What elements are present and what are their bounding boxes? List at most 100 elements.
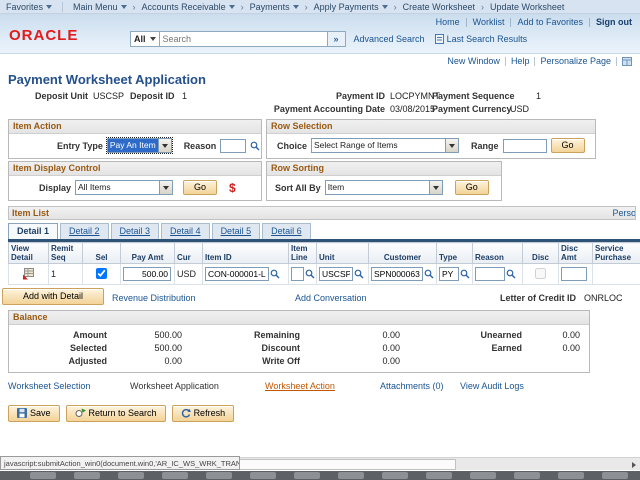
breadcrumb-payments[interactable]: Payments [250,2,299,12]
item-line-input[interactable] [291,267,304,281]
page-toolbar: Save Return to Search Refresh [8,405,640,422]
search-scope-select[interactable]: All [130,31,160,47]
breadcrumb-label: Accounts Receivable [142,2,226,12]
tab-detail-2[interactable]: Detail 2 [60,223,109,239]
unit-lookup-icon[interactable] [354,269,364,279]
entry-type-select[interactable]: Pay An Item [107,138,172,153]
disc-checkbox[interactable] [535,268,546,279]
amount-value: 500.00 [111,330,186,340]
breadcrumb-apply-payments[interactable]: Apply Payments [314,2,388,12]
breadcrumb-update-worksheet[interactable]: Update Worksheet [490,2,564,12]
item-id-lookup-icon[interactable] [270,269,280,279]
col-type: Type [437,243,473,264]
scrollbar-right-arrow-icon[interactable] [632,462,636,468]
divider [616,57,617,66]
tab-label: Detail 6 [271,226,302,236]
range-go-button[interactable]: Go [551,138,585,153]
add-conversation-link[interactable]: Add Conversation [295,293,367,303]
sel-checkbox[interactable] [96,268,107,279]
chevron-down-icon[interactable] [158,139,171,152]
taskbar-segment [382,472,408,479]
view-audit-logs-link[interactable]: View Audit Logs [460,381,524,391]
add-to-favorites-link[interactable]: Add to Favorites [517,17,583,27]
display-go-button[interactable]: Go [183,180,217,195]
chevron-down-icon[interactable] [445,139,458,152]
save-button[interactable]: Save [8,405,60,422]
customer-lookup-icon[interactable] [424,269,434,279]
home-link[interactable]: Home [436,17,460,27]
taskbar-segment [162,472,188,479]
type-input[interactable] [439,267,459,281]
item-line-lookup-icon[interactable] [305,269,315,279]
chevron-down-icon[interactable] [159,181,172,194]
remaining-label: Remaining [186,330,304,340]
add-with-detail-button[interactable]: Add with Detail [2,288,104,305]
item-grid: View Detail Remit Seq Sel Pay Amt Cur It… [8,242,640,285]
oracle-logo: ORACLE [9,27,78,44]
refresh-button[interactable]: Refresh [172,405,235,422]
breadcrumb-separator: › [305,2,308,12]
tab-label: Detail 5 [221,226,252,236]
worksheet-action-link[interactable]: Worksheet Action [265,381,335,391]
deposit-unit-label: Deposit Unit [20,91,88,101]
pay-amt-input[interactable] [123,267,171,281]
tab-detail-6[interactable]: Detail 6 [262,223,311,239]
item-display-control-title: Item Display Control [9,162,261,176]
service-purchase-cell [593,264,640,285]
payment-id-label: Payment ID [265,91,385,101]
breadcrumb-favorites[interactable]: Favorites [6,2,52,12]
divider [62,2,63,12]
worklist-link[interactable]: Worklist [473,17,505,27]
groupbox-row-1: Item Action Entry Type Pay An Item Reaso… [8,119,640,159]
tab-detail-3[interactable]: Detail 3 [111,223,160,239]
sort-all-by-select[interactable]: Item [325,180,443,195]
attachments-link[interactable]: Attachments (0) [380,381,444,391]
sort-all-by-value: Item [326,181,429,194]
chevron-down-icon[interactable] [429,181,442,194]
breadcrumb-separator: › [394,2,397,12]
sort-go-button[interactable]: Go [455,180,489,195]
sign-out-link[interactable]: Sign out [596,17,632,27]
choice-select[interactable]: Select Range of Items [311,138,459,153]
payment-currency-label: Payment Currency [432,104,512,114]
breadcrumb-accounts-receivable[interactable]: Accounts Receivable [142,2,235,12]
search-input[interactable] [160,31,328,47]
tab-detail-5[interactable]: Detail 5 [212,223,261,239]
col-customer: Customer [369,243,437,264]
item-id-input[interactable] [205,267,269,281]
tab-detail-4[interactable]: Detail 4 [161,223,210,239]
revenue-distribution-link[interactable]: Revenue Distribution [112,293,196,303]
search-submit-button[interactable]: » [328,31,346,47]
customer-input[interactable] [371,267,423,281]
letter-of-credit-label: Letter of Credit ID [500,293,576,303]
advanced-search-link[interactable]: Advanced Search [354,34,425,44]
tab-label: Detail 4 [170,226,201,236]
personalize-link[interactable]: Perso [612,208,636,218]
new-window-link[interactable]: New Window [447,56,500,66]
unit-input[interactable] [319,267,353,281]
range-input[interactable] [503,139,547,153]
breadcrumb-create-worksheet[interactable]: Create Worksheet [403,2,475,12]
convert-currency-icon[interactable]: $ [229,183,236,193]
personalize-grid-icon[interactable] [622,57,632,66]
tab-label: Detail 2 [69,226,100,236]
disc-amt-input[interactable] [561,267,587,281]
personalize-page-link[interactable]: Personalize Page [540,56,611,66]
worksheet-selection-link[interactable]: Worksheet Selection [8,381,90,391]
reason-input[interactable] [220,139,246,153]
refresh-icon [181,408,191,418]
reason-row-input[interactable] [475,267,505,281]
item-action-title: Item Action [9,120,261,134]
reason-row-lookup-icon[interactable] [506,269,516,279]
return-to-search-button[interactable]: Return to Search [66,405,166,422]
tab-detail-1[interactable]: Detail 1 [8,223,58,239]
display-select[interactable]: All Items [75,180,173,195]
view-detail-icon[interactable] [22,267,35,280]
type-lookup-icon[interactable] [460,269,470,279]
breadcrumb-main-menu[interactable]: Main Menu [73,2,127,12]
last-search-results-link[interactable]: Last Search Results [435,34,528,44]
chevron-down-icon [293,5,299,9]
chevron-down-icon [229,5,235,9]
reason-lookup-icon[interactable] [250,141,260,151]
help-link[interactable]: Help [511,56,530,66]
